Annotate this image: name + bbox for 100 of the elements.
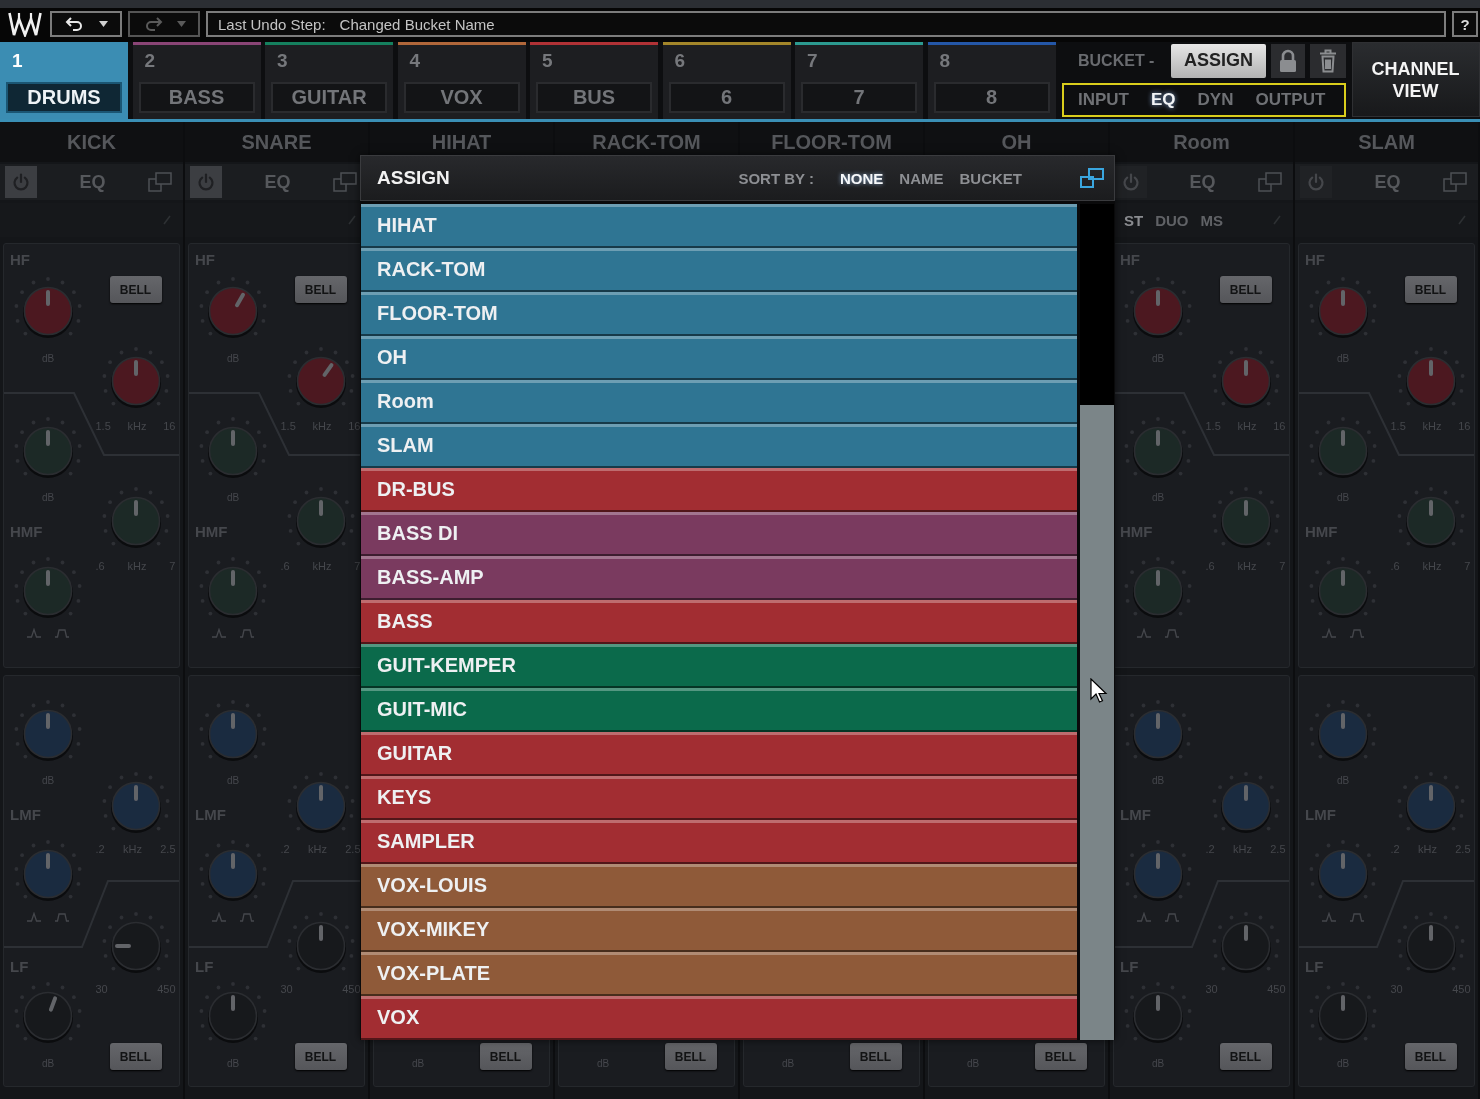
mode-button[interactable]: DUO bbox=[1155, 211, 1189, 229]
list-item[interactable]: BASS DI bbox=[361, 512, 1077, 556]
wide-peak-icon bbox=[1165, 912, 1179, 922]
lock-button[interactable] bbox=[1271, 43, 1305, 78]
list-item[interactable]: VOX bbox=[361, 996, 1077, 1040]
filter-type-button[interactable]: BELL bbox=[849, 1043, 902, 1070]
bucket-name-field[interactable]: BUS bbox=[536, 82, 652, 113]
list-item[interactable]: SAMPLER bbox=[361, 820, 1077, 864]
bucket-tab[interactable]: 7 7 bbox=[795, 42, 923, 119]
gain-knob[interactable] bbox=[12, 980, 84, 1044]
gain-knob[interactable] bbox=[12, 415, 84, 479]
q-knob[interactable] bbox=[1307, 555, 1379, 619]
list-item[interactable]: VOX-PLATE bbox=[361, 952, 1077, 996]
filter-type-button[interactable]: BELL bbox=[1034, 1043, 1087, 1070]
undo-button[interactable] bbox=[50, 11, 122, 37]
gain-knob[interactable] bbox=[197, 980, 269, 1044]
filter-type-button[interactable]: BELL bbox=[479, 1043, 532, 1070]
power-button[interactable] bbox=[5, 166, 37, 198]
sort-option[interactable]: NAME bbox=[899, 169, 944, 187]
sort-label: SORT BY : bbox=[738, 169, 814, 187]
bucket-name-field[interactable]: 6 bbox=[668, 82, 785, 113]
list-item[interactable]: Room bbox=[361, 380, 1077, 424]
bucket-name-field[interactable]: VOX bbox=[403, 82, 520, 113]
gain-knob[interactable] bbox=[1307, 275, 1379, 339]
gain-knob[interactable] bbox=[1122, 980, 1194, 1044]
power-button[interactable] bbox=[1115, 166, 1147, 198]
gain-knob[interactable] bbox=[1122, 698, 1194, 762]
delete-button[interactable] bbox=[1310, 43, 1346, 78]
bucket-name-field[interactable]: DRUMS bbox=[6, 82, 122, 113]
list-item[interactable]: GUIT-KEMPER bbox=[361, 644, 1077, 688]
slash-icon bbox=[163, 215, 171, 225]
bucket-tab[interactable]: 5 BUS bbox=[530, 42, 658, 119]
section-tab[interactable]: DYN bbox=[1197, 90, 1234, 110]
eq-label: EQ bbox=[264, 171, 291, 193]
list-item[interactable]: OH bbox=[361, 336, 1077, 380]
filter-type-button[interactable]: BELL bbox=[1404, 276, 1457, 303]
gain-knob[interactable] bbox=[1122, 415, 1194, 479]
section-tab[interactable]: EQ bbox=[1151, 90, 1176, 110]
bucket-name-field[interactable]: BASS bbox=[138, 82, 255, 113]
window-icon[interactable] bbox=[1080, 168, 1104, 188]
filter-type-button[interactable]: BELL bbox=[1219, 1043, 1272, 1070]
q-knob[interactable] bbox=[12, 838, 84, 902]
gain-knob[interactable] bbox=[1307, 698, 1379, 762]
gain-knob[interactable] bbox=[1307, 415, 1379, 479]
scrollbar-thumb[interactable] bbox=[1080, 405, 1114, 1040]
list-item[interactable]: VOX-LOUIS bbox=[361, 864, 1077, 908]
gain-knob[interactable] bbox=[197, 275, 269, 339]
list-item[interactable]: SLAM bbox=[361, 424, 1077, 468]
q-knob[interactable] bbox=[12, 555, 84, 619]
bucket-tab[interactable]: 1 DRUMS bbox=[0, 42, 128, 119]
gain-knob[interactable] bbox=[12, 275, 84, 339]
power-button[interactable] bbox=[1300, 166, 1332, 198]
list-item[interactable]: GUITAR bbox=[361, 732, 1077, 776]
bucket-number: 6 bbox=[674, 50, 686, 72]
channel-view-button[interactable]: CHANNEL VIEW bbox=[1351, 42, 1480, 117]
filter-type-button[interactable]: BELL bbox=[1219, 276, 1272, 303]
filter-type-button[interactable]: BELL bbox=[664, 1043, 717, 1070]
filter-type-button[interactable]: BELL bbox=[109, 1043, 162, 1070]
list-item[interactable]: HIHAT bbox=[361, 204, 1077, 248]
bucket-tab[interactable]: 3 GUITAR bbox=[265, 42, 393, 119]
bucket-name-field[interactable]: 7 bbox=[801, 82, 917, 113]
list-item[interactable]: DR-BUS bbox=[361, 468, 1077, 512]
section-tab[interactable]: OUTPUT bbox=[1255, 90, 1326, 110]
filter-type-button[interactable]: BELL bbox=[1404, 1043, 1457, 1070]
power-button[interactable] bbox=[190, 166, 222, 198]
gain-knob[interactable] bbox=[12, 698, 84, 762]
bucket-number: 2 bbox=[144, 50, 156, 72]
bucket-tab[interactable]: 2 BASS bbox=[132, 42, 261, 119]
list-item[interactable]: KEYS bbox=[361, 776, 1077, 820]
sort-option[interactable]: NONE bbox=[840, 169, 884, 187]
q-knob[interactable] bbox=[1122, 838, 1194, 902]
q-knob[interactable] bbox=[197, 838, 269, 902]
bucket-name-field[interactable]: 8 bbox=[933, 82, 1050, 113]
bucket-tab[interactable]: 8 8 bbox=[927, 42, 1056, 119]
help-button[interactable]: ? bbox=[1452, 11, 1478, 37]
list-item[interactable]: VOX-MIKEY bbox=[361, 908, 1077, 952]
filter-type-button[interactable]: BELL bbox=[294, 276, 347, 303]
sort-option[interactable]: BUCKET bbox=[959, 169, 1022, 187]
gain-knob[interactable] bbox=[197, 415, 269, 479]
q-knob[interactable] bbox=[1122, 555, 1194, 619]
bucket-name-field[interactable]: GUITAR bbox=[271, 82, 387, 113]
q-knob[interactable] bbox=[197, 555, 269, 619]
scrollbar-track[interactable] bbox=[1080, 204, 1114, 1040]
bucket-tab[interactable]: 6 6 bbox=[662, 42, 791, 119]
mode-button[interactable]: MS bbox=[1200, 211, 1223, 229]
mode-button[interactable]: ST bbox=[1124, 211, 1144, 229]
filter-type-button[interactable]: BELL bbox=[109, 276, 162, 303]
list-item[interactable]: FLOOR-TOM bbox=[361, 292, 1077, 336]
bucket-tab[interactable]: 4 VOX bbox=[397, 42, 526, 119]
list-item[interactable]: BASS-AMP bbox=[361, 556, 1077, 600]
list-item[interactable]: GUIT-MIC bbox=[361, 688, 1077, 732]
q-knob[interactable] bbox=[1307, 838, 1379, 902]
list-item[interactable]: BASS bbox=[361, 600, 1077, 644]
gain-knob[interactable] bbox=[197, 698, 269, 762]
list-item[interactable]: RACK-TOM bbox=[361, 248, 1077, 292]
gain-knob[interactable] bbox=[1307, 980, 1379, 1044]
assign-button[interactable]: ASSIGN bbox=[1171, 43, 1266, 78]
section-tab[interactable]: INPUT bbox=[1078, 90, 1129, 110]
gain-knob[interactable] bbox=[1122, 275, 1194, 339]
filter-type-button[interactable]: BELL bbox=[294, 1043, 347, 1070]
